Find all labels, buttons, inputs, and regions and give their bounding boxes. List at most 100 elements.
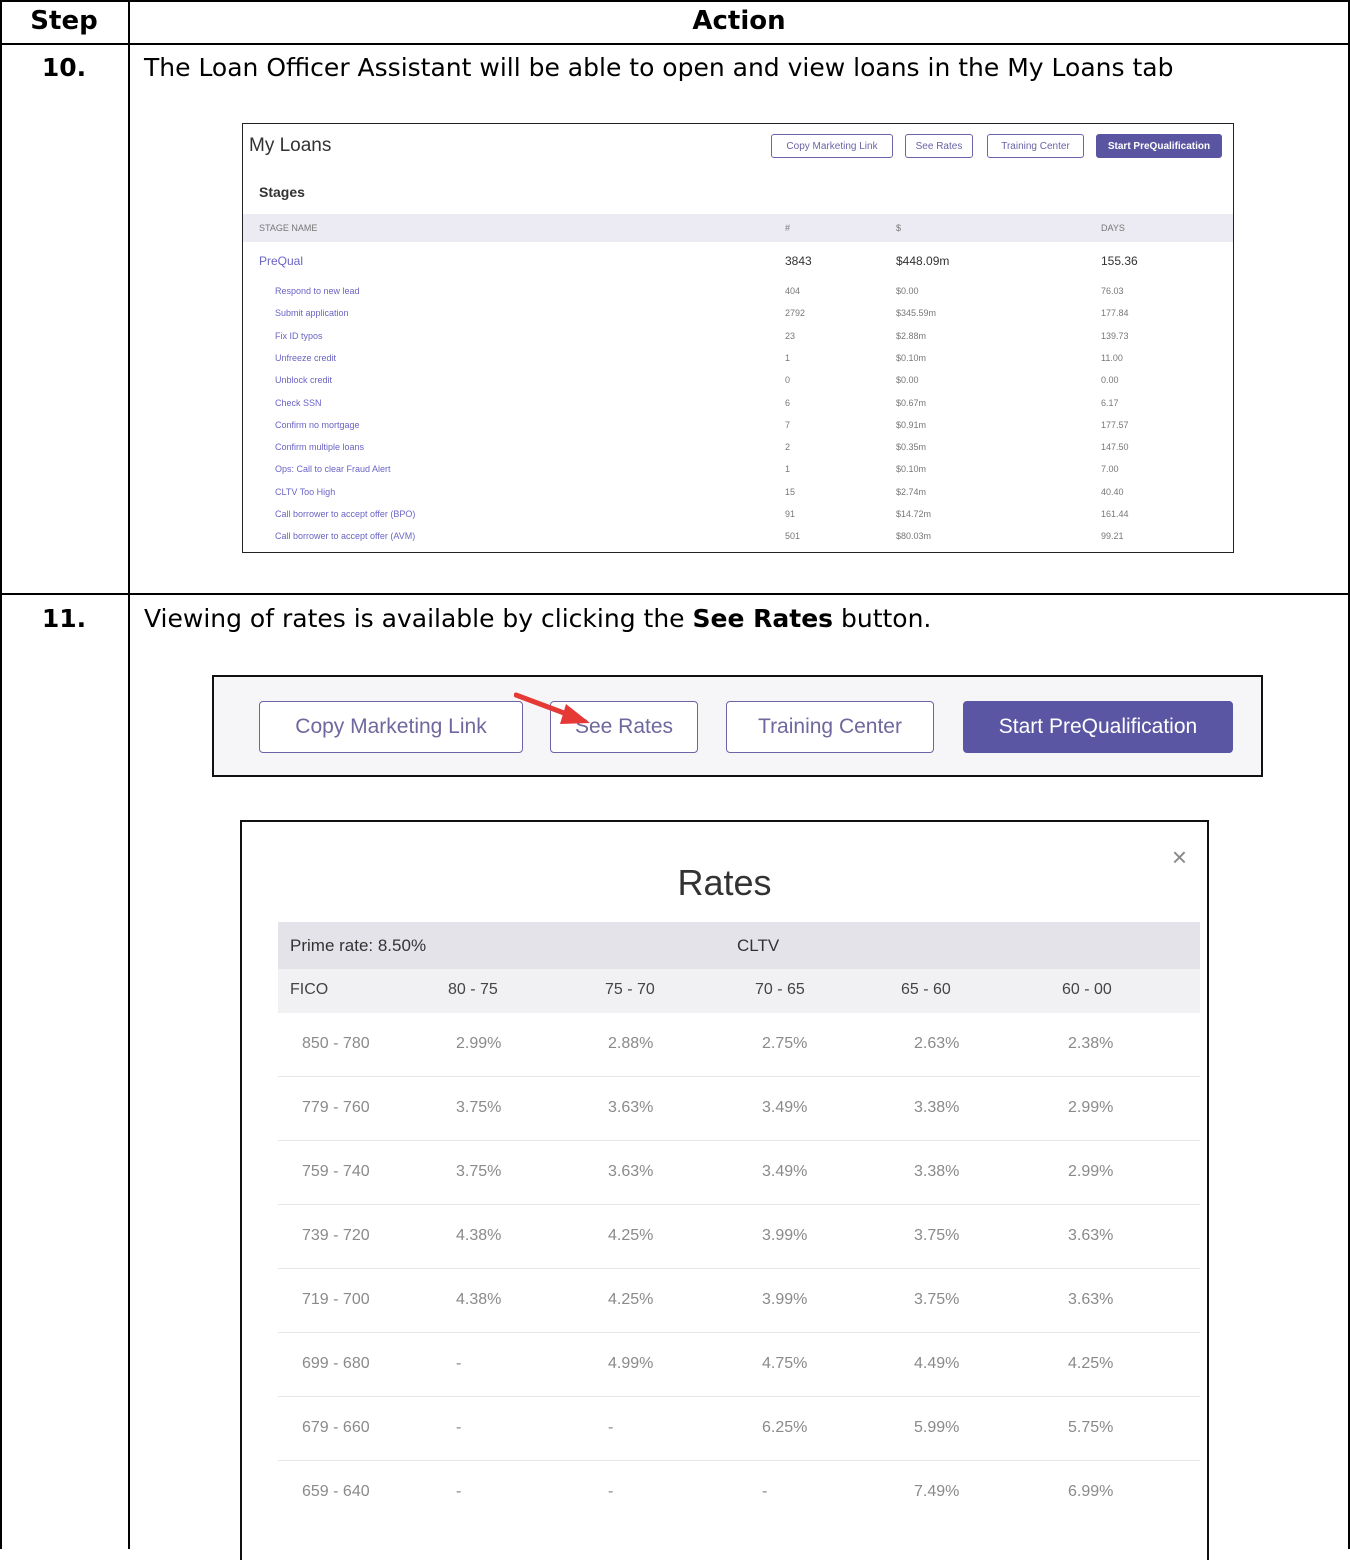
rate-cell: 2.63% bbox=[914, 1035, 960, 1052]
stage-value: 0 bbox=[785, 375, 791, 386]
stage-link[interactable]: Fix ID typos bbox=[275, 331, 323, 341]
my-loans-screenshot: My Loans Copy Marketing Link See Rates T… bbox=[242, 123, 1234, 553]
rate-cell: - bbox=[608, 1483, 614, 1500]
modal-title: Rates bbox=[677, 862, 772, 903]
rate-cell: 5.99% bbox=[914, 1419, 960, 1436]
rate-cell: 5.75% bbox=[1068, 1419, 1114, 1436]
stage-group-count: 3843 bbox=[785, 254, 812, 268]
rate-cell: 2.99% bbox=[1068, 1099, 1114, 1116]
col-count: # bbox=[785, 223, 791, 233]
stage-value: $2.74m bbox=[896, 486, 927, 497]
stage-value: $2.88m bbox=[896, 330, 927, 341]
stage-link[interactable]: Unfreeze credit bbox=[275, 353, 336, 363]
stage-value: $14.72m bbox=[896, 509, 932, 519]
stage-value: 11.00 bbox=[1101, 352, 1123, 363]
start-prequalification-button[interactable]: Start PreQualification bbox=[963, 701, 1233, 753]
rates-column-label: 75 - 70 bbox=[605, 981, 655, 998]
step-text-start: Viewing of rates is available by clickin… bbox=[144, 604, 693, 633]
stage-group-days: 155.36 bbox=[1101, 254, 1138, 268]
rates-table: Prime rate: 8.50% CLTV FICO 80 - 75 75 - 7… bbox=[278, 922, 1200, 1524]
fico-range: 699 - 680 bbox=[302, 1355, 370, 1372]
rate-cell: 4.75% bbox=[762, 1355, 808, 1372]
fico-range: 719 - 700 bbox=[302, 1291, 370, 1308]
table-border-top bbox=[0, 0, 1350, 2]
stage-link[interactable]: Check SSN bbox=[275, 398, 322, 408]
see-rates-button[interactable]: See Rates bbox=[905, 134, 973, 158]
copy-marketing-link-button[interactable]: Copy Marketing Link bbox=[259, 701, 523, 753]
rates-column-header: FICO 80 - 75 75 - 70 70 - 65 65 - 60 60 - 00 bbox=[278, 969, 1200, 1013]
stage-value: 177.84 bbox=[1101, 308, 1129, 319]
rate-cell: 6.25% bbox=[762, 1419, 808, 1436]
step-description: The Loan Officer Assistant will be able … bbox=[144, 53, 1174, 82]
rate-cell: 3.99% bbox=[762, 1291, 808, 1308]
rates-column-label: 65 - 60 bbox=[901, 981, 951, 998]
stage-value: $0.10m bbox=[896, 464, 927, 475]
rate-cell: - bbox=[762, 1483, 768, 1500]
training-center-button[interactable]: Training Center bbox=[987, 134, 1084, 158]
stage-link[interactable]: Confirm multiple loans bbox=[275, 442, 364, 452]
stage-value: 15 bbox=[785, 486, 796, 497]
rate-cell: 3.75% bbox=[456, 1099, 502, 1116]
stage-value: 7 bbox=[785, 419, 791, 430]
stage-link[interactable]: Call borrower to accept offer (AVM) bbox=[275, 531, 415, 541]
table-row: 659 - 640 - - - 7.49% 6.99% bbox=[278, 1461, 1200, 1524]
stage-value: 91 bbox=[785, 509, 796, 519]
stage-group-link[interactable]: PreQual bbox=[259, 254, 303, 268]
rates-column-label: FICO bbox=[290, 981, 329, 998]
rate-cell: 3.75% bbox=[914, 1227, 960, 1244]
fico-range: 659 - 640 bbox=[302, 1483, 370, 1500]
stage-link[interactable]: Ops: Call to clear Fraud Alert bbox=[275, 464, 391, 474]
rates-body: 850 - 780 2.99% 2.88% 2.75% 2.63% 2.38% 779 - … bbox=[278, 1013, 1200, 1524]
stage-link[interactable]: Call borrower to accept offer (BPO) bbox=[275, 509, 415, 519]
stage-value: $80.03m bbox=[896, 531, 932, 542]
stage-value: $0.91m bbox=[896, 419, 927, 430]
rate-cell: 4.25% bbox=[608, 1291, 654, 1308]
stage-link[interactable]: CLTV Too High bbox=[275, 487, 335, 497]
stage-value: 1 bbox=[785, 464, 791, 475]
table-row: 719 - 700 4.38% 4.25% 3.99% 3.75% 3.63% bbox=[278, 1269, 1200, 1333]
copy-marketing-link-button[interactable]: Copy Marketing Link bbox=[771, 134, 893, 158]
rate-cell: 4.99% bbox=[608, 1355, 654, 1372]
rate-cell: 3.38% bbox=[914, 1099, 960, 1116]
prime-rate-label: Prime rate: 8.50% bbox=[290, 936, 427, 955]
step-text-bold: See Rates bbox=[692, 604, 834, 633]
rate-cell: 3.99% bbox=[762, 1227, 808, 1244]
action-header: Action bbox=[692, 6, 786, 36]
header-divider bbox=[0, 43, 1350, 45]
stage-link[interactable]: Unblock credit bbox=[275, 375, 332, 385]
stage-value: 76.03 bbox=[1101, 286, 1124, 296]
stage-value: 404 bbox=[785, 286, 801, 296]
rate-cell: 2.75% bbox=[762, 1035, 808, 1052]
table-row: 679 - 660 - - 6.25% 5.99% 5.75% bbox=[278, 1397, 1200, 1461]
stage-value: 6.17 bbox=[1101, 397, 1119, 408]
row-divider bbox=[0, 593, 1350, 595]
step-description: Viewing of rates is available by clickin… bbox=[144, 604, 931, 633]
stage-link[interactable]: Respond to new lead bbox=[275, 286, 360, 296]
page-title: My Loans bbox=[249, 135, 332, 156]
start-prequalification-button[interactable]: Start PreQualification bbox=[1096, 134, 1222, 158]
rate-cell: 3.75% bbox=[914, 1291, 960, 1308]
stage-link[interactable]: Submit application bbox=[275, 308, 349, 318]
training-center-button[interactable]: Training Center bbox=[726, 701, 934, 753]
rate-cell: 3.63% bbox=[1068, 1227, 1114, 1244]
col-stage-name: STAGE NAME bbox=[259, 223, 318, 233]
stage-value: 99.21 bbox=[1101, 531, 1124, 542]
stage-link[interactable]: Confirm no mortgage bbox=[275, 420, 360, 430]
stage-value: $0.00 bbox=[896, 286, 919, 296]
stage-value: $0.35m bbox=[896, 442, 927, 453]
rates-modal-screenshot: × Rates Prime rate: 8.50% CLTV FICO 80 - … bbox=[240, 820, 1209, 1560]
stage-value: 2 bbox=[785, 442, 791, 453]
rates-column-label: 70 - 65 bbox=[755, 981, 805, 998]
table-row: 779 - 760 3.75% 3.63% 3.49% 3.38% 2.99% bbox=[278, 1077, 1200, 1141]
stage-value: 177.57 bbox=[1101, 419, 1129, 430]
rate-cell: 4.38% bbox=[456, 1291, 502, 1308]
fico-range: 759 - 740 bbox=[302, 1163, 370, 1180]
rate-cell: 4.38% bbox=[456, 1227, 502, 1244]
stage-value: 2792 bbox=[785, 308, 806, 319]
rate-cell: 4.25% bbox=[608, 1227, 654, 1244]
rate-cell: 3.63% bbox=[1068, 1291, 1114, 1308]
fico-range: 739 - 720 bbox=[302, 1227, 370, 1244]
stage-value: 6 bbox=[785, 397, 791, 408]
rate-cell: 2.38% bbox=[1068, 1035, 1114, 1052]
fico-range: 679 - 660 bbox=[302, 1419, 370, 1436]
